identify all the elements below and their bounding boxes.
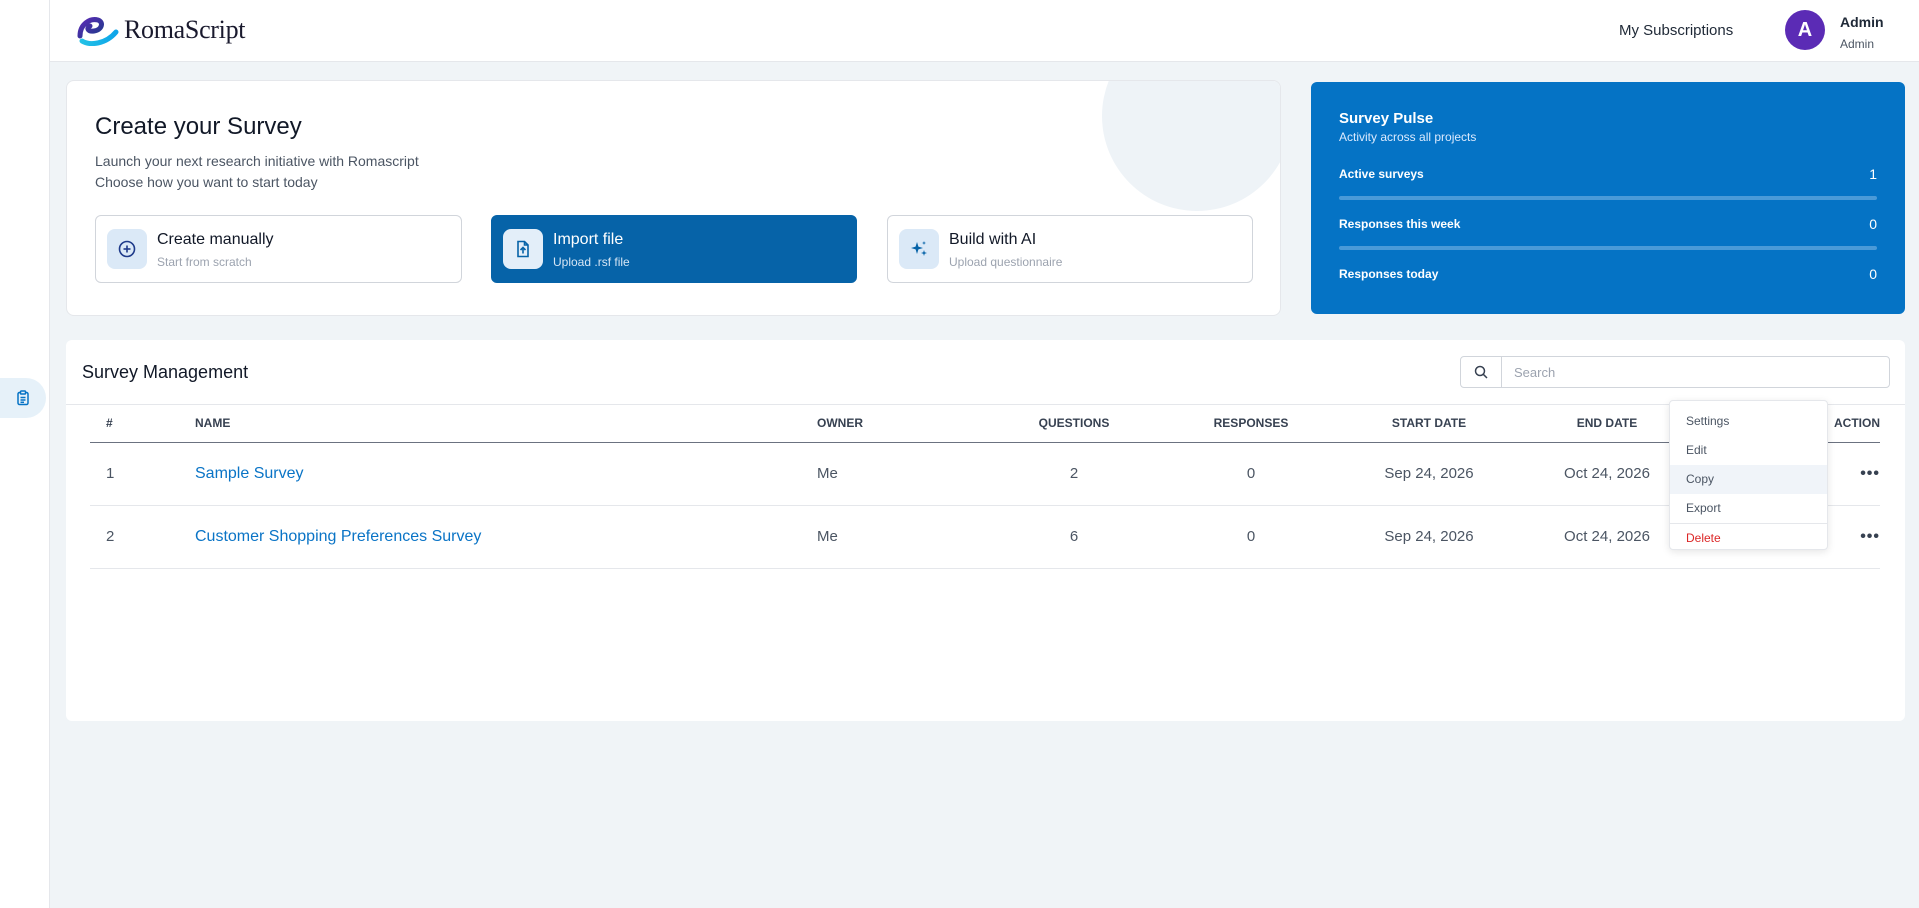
menu-item-copy[interactable]: Copy: [1670, 465, 1827, 494]
brand-name: RomaScript: [124, 15, 246, 44]
pulse-row-value: 0: [1869, 216, 1877, 232]
file-upload-icon: [503, 229, 543, 269]
avatar[interactable]: A: [1785, 10, 1825, 50]
survey-name-link[interactable]: Sample Survey: [195, 442, 817, 506]
top-header: RomaScript My Subscriptions A Admin Admi…: [50, 0, 1919, 62]
survey-name-link[interactable]: Customer Shopping Preferences Survey: [195, 505, 817, 569]
pulse-row-responses-today: Responses today 0: [1339, 266, 1877, 282]
more-options-icon[interactable]: •••: [1860, 528, 1880, 545]
survey-management-title: Survey Management: [82, 362, 249, 382]
create-survey-subtitle: Launch your next research initiative wit…: [95, 153, 419, 169]
build-with-ai-label: Build with AI: [949, 231, 1037, 248]
survey-questions: 6: [987, 505, 1161, 569]
plus-circle-icon: [107, 229, 147, 269]
table-header-row: # NAME OWNER QUESTIONS RESPONSES START D…: [90, 404, 1880, 443]
pulse-row-label: Responses this week: [1339, 217, 1461, 231]
build-with-ai-sub: Upload questionnaire: [949, 255, 1063, 269]
more-options-icon[interactable]: •••: [1860, 465, 1880, 482]
search-box: [1460, 356, 1890, 388]
build-with-ai-button[interactable]: Build with AI Upload questionnaire: [887, 215, 1253, 283]
pulse-row-responses-week: Responses this week 0: [1339, 216, 1877, 232]
column-header-questions[interactable]: QUESTIONS: [987, 404, 1161, 443]
logo-mark-icon: [77, 17, 119, 46]
survey-table: # NAME OWNER QUESTIONS RESPONSES START D…: [90, 404, 1880, 569]
pulse-row-label: Responses today: [1339, 267, 1439, 281]
search-input[interactable]: [1502, 357, 1889, 387]
column-header-number: #: [90, 404, 195, 443]
sidebar: [0, 0, 50, 908]
table-row: 2 Customer Shopping Preferences Survey M…: [90, 505, 1880, 569]
survey-start-date: Sep 24, 2026: [1341, 442, 1517, 506]
table-row: 1 Sample Survey Me 2 0 Sep 24, 2026 Oct …: [90, 442, 1880, 506]
pulse-row-label: Active surveys: [1339, 167, 1424, 181]
survey-owner: Me: [817, 442, 987, 506]
survey-management-card: Survey Management # NAME OWNER QUESTIONS…: [66, 340, 1905, 721]
search-button[interactable]: [1461, 357, 1502, 387]
column-header-responses[interactable]: RESPONSES: [1161, 404, 1341, 443]
create-manually-button[interactable]: Create manually Start from scratch: [95, 215, 462, 283]
clipboard-icon: [17, 390, 29, 406]
pulse-row-value: 1: [1869, 166, 1877, 182]
pulse-subtitle: Activity across all projects: [1339, 130, 1477, 144]
menu-item-delete[interactable]: Delete: [1670, 524, 1827, 553]
survey-start-date: Sep 24, 2026: [1341, 505, 1517, 569]
pulse-row-value: 0: [1869, 266, 1877, 282]
import-file-sub: Upload .rsf file: [553, 255, 630, 269]
column-header-start-date[interactable]: START DATE: [1341, 404, 1517, 443]
pulse-title: Survey Pulse: [1339, 110, 1434, 127]
my-subscriptions-link[interactable]: My Subscriptions: [1619, 22, 1733, 39]
survey-responses: 0: [1161, 442, 1341, 506]
sidebar-item-surveys[interactable]: [0, 378, 46, 418]
pulse-row-active-surveys: Active surveys 1: [1339, 166, 1877, 182]
menu-item-edit[interactable]: Edit: [1670, 436, 1827, 465]
sparkles-icon: [899, 229, 939, 269]
create-survey-title: Create your Survey: [95, 113, 302, 140]
user-name: Admin: [1840, 14, 1884, 30]
survey-questions: 2: [987, 442, 1161, 506]
pulse-divider: [1339, 246, 1877, 250]
action-dropdown-menu: Settings Edit Copy Export Delete: [1669, 400, 1828, 550]
menu-item-export[interactable]: Export: [1670, 494, 1827, 523]
survey-responses: 0: [1161, 505, 1341, 569]
column-header-owner[interactable]: OWNER: [817, 404, 987, 443]
create-manually-sub: Start from scratch: [157, 255, 252, 269]
create-survey-hint: Choose how you want to start today: [95, 174, 318, 190]
search-icon: [1474, 365, 1488, 379]
pulse-divider: [1339, 196, 1877, 200]
decorative-circle: [1102, 81, 1280, 211]
survey-owner: Me: [817, 505, 987, 569]
create-survey-card: Create your Survey Launch your next rese…: [66, 80, 1281, 316]
row-number: 1: [90, 442, 195, 506]
logo[interactable]: RomaScript: [76, 14, 246, 46]
column-header-name[interactable]: NAME: [195, 404, 817, 443]
user-role: Admin: [1840, 37, 1875, 51]
create-manually-label: Create manually: [157, 231, 274, 248]
survey-pulse-card: Survey Pulse Activity across all project…: [1311, 82, 1905, 314]
import-file-label: Import file: [553, 231, 624, 248]
row-number: 2: [90, 505, 195, 569]
import-file-button[interactable]: Import file Upload .rsf file: [491, 215, 857, 283]
menu-item-settings[interactable]: Settings: [1670, 407, 1827, 436]
